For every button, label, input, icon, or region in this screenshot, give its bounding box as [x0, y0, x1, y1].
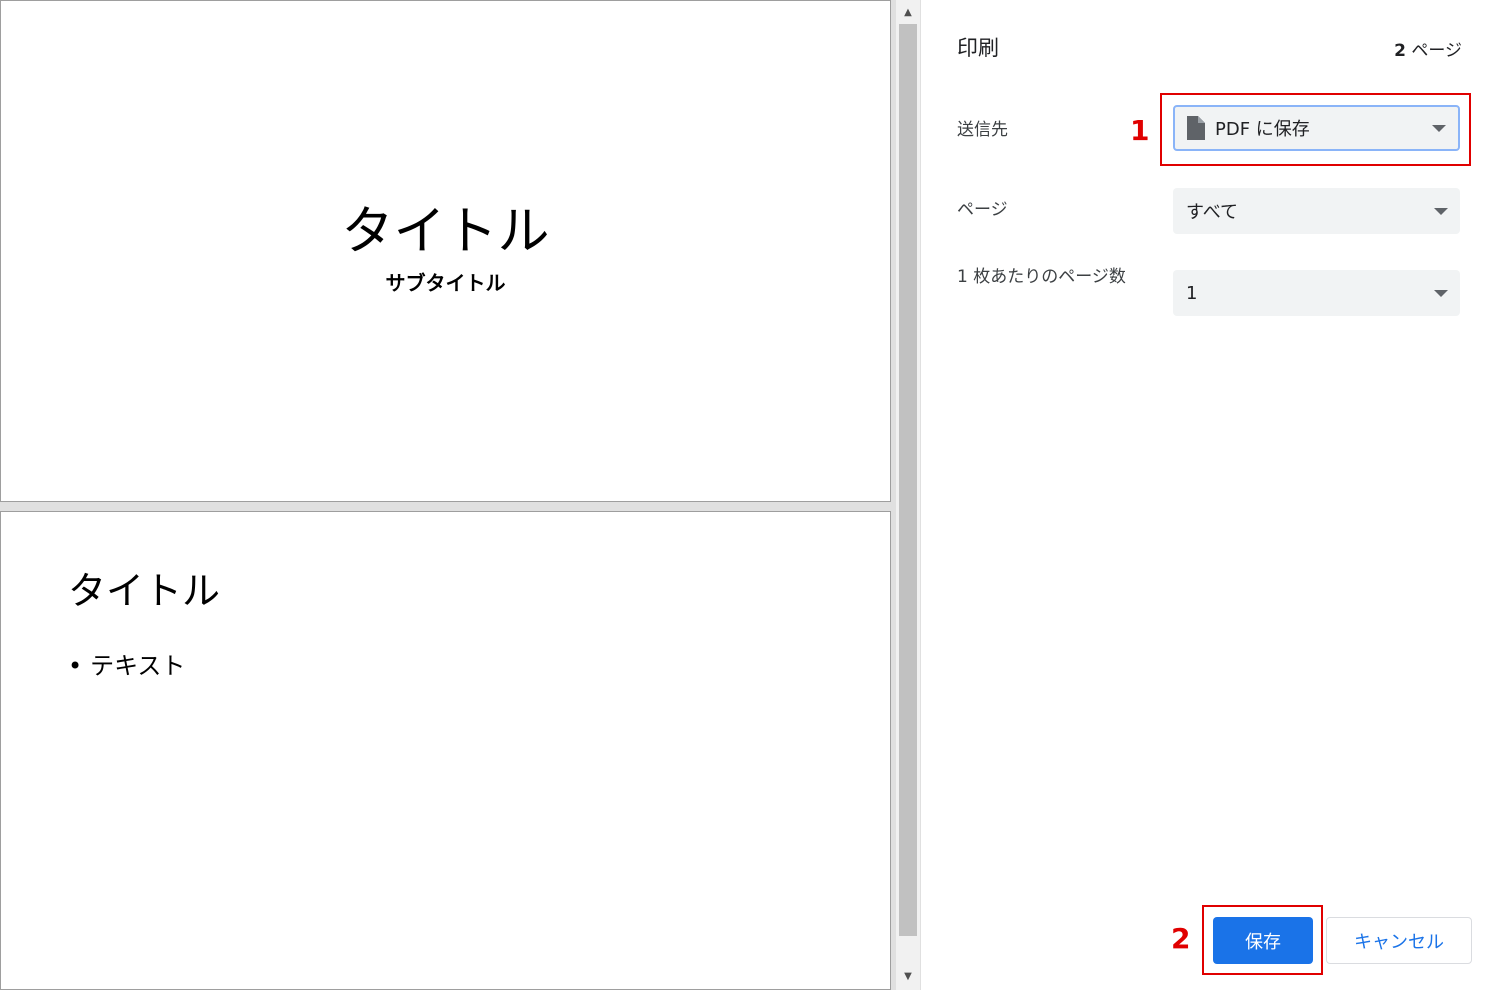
page-count-number: 2	[1394, 41, 1406, 61]
chevron-down-icon	[1434, 208, 1448, 215]
destination-label: 送信先	[957, 120, 1008, 140]
cancel-button[interactable]: キャンセル	[1326, 917, 1472, 964]
bullet-text: テキスト	[90, 652, 186, 680]
preview-page-2: タイトル • テキスト	[1, 512, 890, 989]
annotation-number-1: 1	[1130, 114, 1150, 147]
annotation-number-2: 2	[1171, 922, 1191, 955]
annotation-box-step-2	[1202, 905, 1323, 975]
pages-per-sheet-select[interactable]: 1	[1173, 270, 1460, 316]
page-count: 2 ページ	[1394, 36, 1462, 61]
pages-value: すべて	[1186, 202, 1239, 223]
pages-label: ページ	[957, 200, 1008, 220]
preview-page-1: タイトル サブタイトル	[1, 1, 890, 501]
pages-per-sheet-label: 1 枚あたりのページ数	[957, 267, 1126, 287]
chevron-down-icon	[1434, 290, 1448, 297]
print-settings-panel: 印刷 2 ページ 送信先 PDF に保存 ページ すべて 1 枚あたりのページ数…	[921, 0, 1498, 990]
scroll-up-arrow-icon[interactable]: ▲	[896, 2, 920, 22]
scroll-down-arrow-icon[interactable]: ▼	[896, 966, 920, 986]
pages-per-sheet-value: 1	[1186, 282, 1198, 304]
preview-scrollbar[interactable]: ▲ ▼	[896, 0, 920, 990]
slide-title: タイトル	[341, 202, 550, 262]
page-count-unit: ページ	[1411, 41, 1462, 61]
print-preview-area: タイトル サブタイトル タイトル • テキスト ▲ ▼	[0, 0, 921, 990]
bullet-mark: •	[68, 652, 83, 680]
annotation-box-step-1	[1160, 93, 1471, 166]
pages-select[interactable]: すべて	[1173, 188, 1460, 234]
slide-subtitle: サブタイトル	[385, 271, 506, 295]
slide-title: タイトル	[68, 569, 221, 613]
panel-title: 印刷	[957, 36, 999, 60]
slide-bullet: • テキスト	[68, 646, 185, 681]
scroll-thumb[interactable]	[899, 24, 917, 936]
